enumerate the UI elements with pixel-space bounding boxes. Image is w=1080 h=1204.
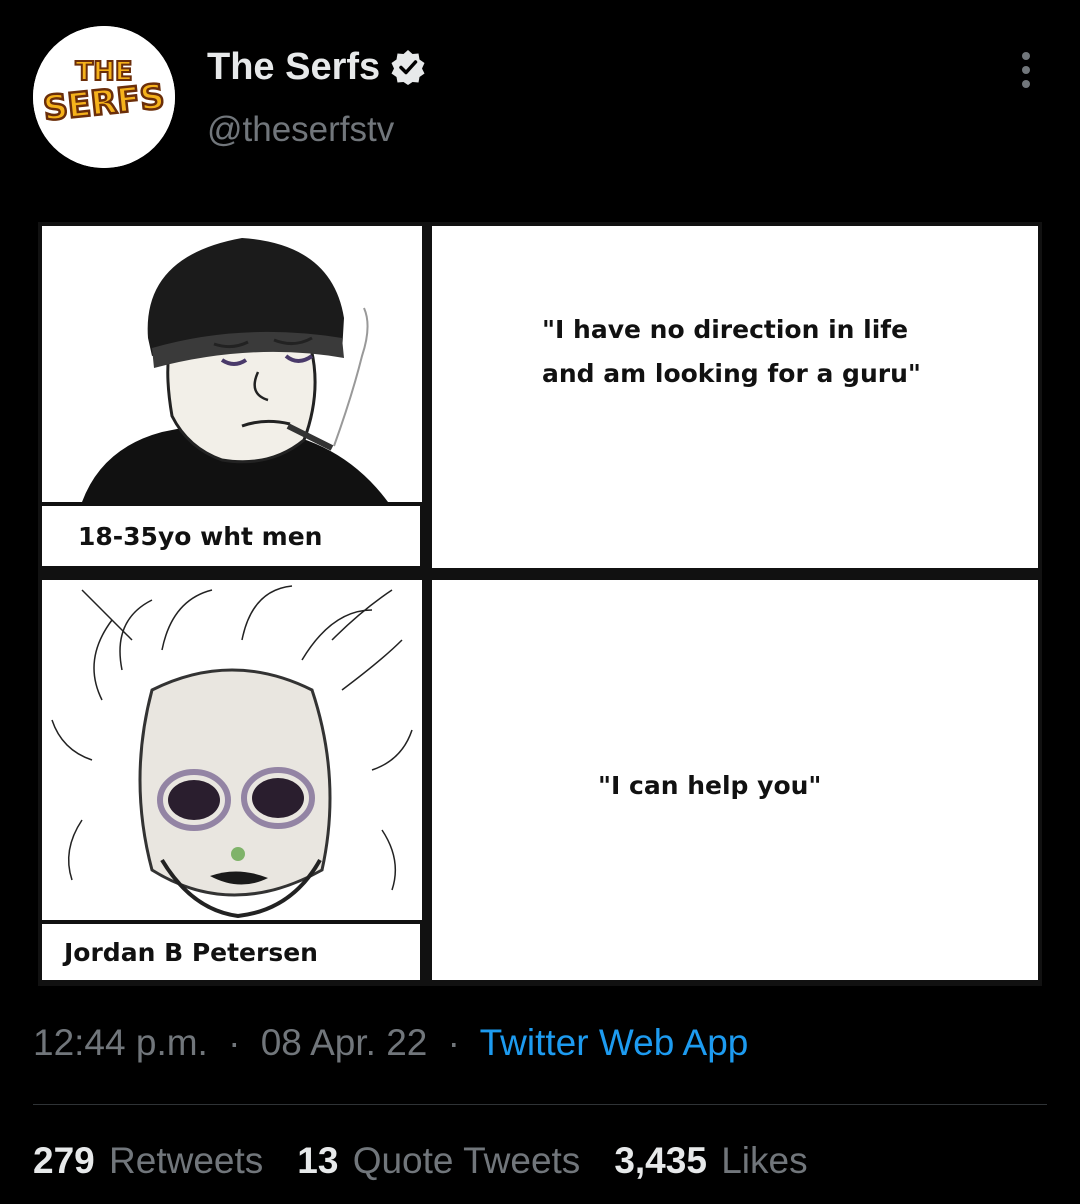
tweet-meta: 12:44 p.m. · 08 Apr. 22 · Twitter Web Ap… [33, 1022, 748, 1064]
tweet-stats: 279 Retweets 13 Quote Tweets 3,435 Likes [33, 1140, 842, 1182]
doomer-illustration [42, 226, 422, 502]
display-name[interactable]: The Serfs [207, 46, 380, 89]
more-dots-icon[interactable] [1008, 48, 1044, 92]
caption-panel-top: 18-35yo wht men [42, 506, 420, 566]
handle[interactable]: @theserfstv [207, 110, 394, 150]
tweet-source-link[interactable]: Twitter Web App [480, 1022, 749, 1063]
name-row: The Serfs [207, 44, 426, 90]
caption-top: 18-35yo wht men [78, 521, 323, 551]
divider [33, 1104, 1047, 1105]
stat-retweets[interactable]: 279 Retweets [33, 1140, 263, 1182]
verified-badge-icon [390, 49, 426, 85]
tweet-date[interactable]: 08 Apr. 22 [261, 1022, 428, 1063]
avatar[interactable]: THE SERFS [33, 26, 175, 168]
meta-separator-2: · [447, 1022, 460, 1063]
tweet-header: THE SERFS The Serfs @theserfstv [0, 0, 1080, 200]
caption-bottom: Jordan B Petersen [64, 937, 318, 967]
guru-illustration [42, 580, 422, 920]
caption-panel-bottom: Jordan B Petersen [42, 924, 420, 980]
quote-top: "I have no direction in life and am look… [542, 315, 921, 388]
stat-label: Likes [721, 1140, 808, 1181]
quote-panel-bottom: "I can help you" [432, 580, 1038, 980]
quote-panel-top: "I have no direction in life and am look… [432, 226, 1038, 568]
stat-label: Quote Tweets [352, 1140, 581, 1181]
tweet-time[interactable]: 12:44 p.m. [33, 1022, 208, 1063]
stat-label: Retweets [109, 1140, 264, 1181]
serfs-logo: THE SERFS [33, 26, 175, 168]
quote-bottom: "I can help you" [598, 771, 822, 800]
stat-number: 3,435 [614, 1140, 707, 1181]
stat-likes[interactable]: 3,435 Likes [614, 1140, 807, 1182]
meme-image[interactable]: 18-35yo wht men "I have no direction in … [38, 222, 1042, 986]
meta-separator: · [228, 1022, 241, 1063]
stat-number: 279 [33, 1140, 95, 1181]
stat-number: 13 [297, 1140, 339, 1181]
stat-quote-tweets[interactable]: 13 Quote Tweets [297, 1140, 580, 1182]
